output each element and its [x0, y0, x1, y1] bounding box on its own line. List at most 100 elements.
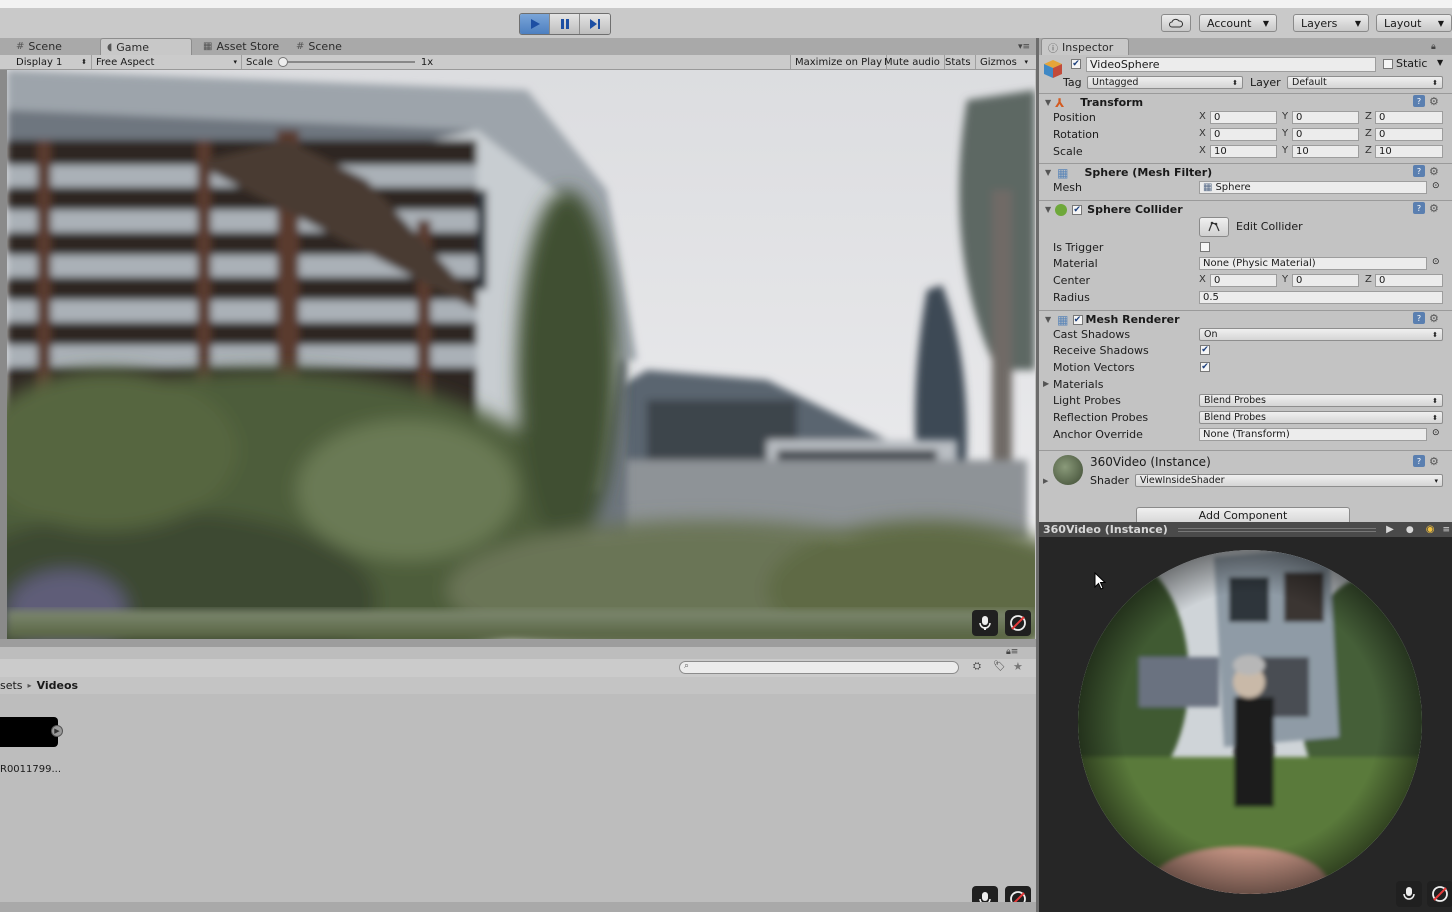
- materials-row[interactable]: Materials: [1053, 376, 1103, 392]
- cast-shadows-dropdown[interactable]: On ⬍: [1199, 328, 1443, 341]
- filter-label-icon[interactable]: 🏷︎: [993, 661, 1006, 672]
- tab-game[interactable]: ◖ Game: [100, 38, 192, 55]
- breadcrumb-current[interactable]: Videos: [37, 679, 79, 692]
- position-y-field[interactable]: 0: [1292, 111, 1359, 124]
- add-component-button[interactable]: Add Component: [1136, 507, 1350, 522]
- center-y-field[interactable]: 0: [1292, 274, 1359, 287]
- object-picker-icon[interactable]: ⊙: [1432, 181, 1440, 191]
- search-input[interactable]: ⌕: [679, 661, 959, 674]
- breadcrumb-root[interactable]: sets: [0, 679, 23, 692]
- help-icon[interactable]: ?: [1413, 165, 1425, 177]
- maximize-on-play-toggle[interactable]: Maximize on Play: [790, 55, 888, 69]
- help-icon[interactable]: ?: [1413, 95, 1425, 107]
- video-asset-thumbnail[interactable]: [0, 717, 58, 747]
- physic-material-field[interactable]: None (Physic Material): [1199, 257, 1427, 270]
- scale-slider-thumb[interactable]: [277, 57, 288, 67]
- position-z-field[interactable]: 0: [1375, 111, 1443, 124]
- shader-dropdown[interactable]: ViewInsideShader ▾: [1135, 474, 1443, 487]
- expand-asset-icon[interactable]: ▶: [51, 725, 63, 737]
- material-fold-icon[interactable]: ▶: [1043, 477, 1048, 485]
- position-x-field[interactable]: 0: [1210, 111, 1277, 124]
- panel-menu-icon[interactable]: ▾≡: [1018, 42, 1030, 52]
- gear-icon[interactable]: ⚙: [1429, 312, 1439, 325]
- rotation-z-field[interactable]: 0: [1375, 128, 1443, 141]
- receive-shadows-checkbox[interactable]: ✔: [1200, 345, 1210, 355]
- tab-asset-store[interactable]: ▦ Asset Store: [197, 38, 285, 55]
- mic-button[interactable]: [972, 610, 998, 636]
- layout-dropdown[interactable]: Layout ▼: [1376, 14, 1452, 32]
- rotation-y-field[interactable]: 0: [1292, 128, 1359, 141]
- fold-arrow-icon[interactable]: ▼: [1045, 315, 1051, 324]
- layer-dropdown[interactable]: Default ⬍: [1287, 76, 1443, 89]
- static-checkbox[interactable]: [1383, 59, 1393, 69]
- gizmos-dropdown[interactable]: Gizmos ▾: [976, 55, 1032, 69]
- fold-arrow-icon[interactable]: ▼: [1045, 98, 1051, 107]
- radius-field[interactable]: 0.5: [1199, 291, 1443, 304]
- recenter-button-preview[interactable]: [1427, 881, 1452, 907]
- preview-light-icon[interactable]: ◉: [1426, 524, 1435, 535]
- static-dropdown-icon[interactable]: ▼: [1437, 58, 1443, 67]
- gear-icon[interactable]: ⚙: [1429, 202, 1439, 215]
- sphere-collider-header[interactable]: ▼ ✔ Sphere Collider: [1039, 200, 1452, 218]
- edit-collider-button[interactable]: [1199, 217, 1229, 237]
- object-picker-icon[interactable]: ⊙: [1432, 257, 1440, 267]
- material-preview-icon: [1053, 455, 1083, 485]
- layers-dropdown[interactable]: Layers ▼: [1293, 14, 1369, 32]
- is-trigger-checkbox[interactable]: [1200, 242, 1210, 252]
- renderer-enabled-checkbox[interactable]: ✔: [1072, 314, 1083, 325]
- scale-slider[interactable]: [277, 57, 415, 67]
- tab-scene-2[interactable]: # Scene: [290, 38, 348, 55]
- light-probes-dropdown[interactable]: Blend Probes ⬍: [1199, 394, 1443, 407]
- transform-header[interactable]: ▼ ⅄ Transform: [1039, 93, 1452, 111]
- center-x-field[interactable]: 0: [1210, 274, 1277, 287]
- mesh-filter-header[interactable]: ▼ ▦ Sphere (Mesh Filter): [1039, 163, 1452, 181]
- preview-drag-handle[interactable]: [1177, 527, 1377, 532]
- pause-button[interactable]: [550, 14, 580, 34]
- center-z-field[interactable]: 0: [1375, 274, 1443, 287]
- help-icon[interactable]: ?: [1413, 202, 1425, 214]
- step-button[interactable]: [580, 14, 610, 34]
- active-checkbox[interactable]: ✔: [1071, 59, 1081, 69]
- help-icon[interactable]: ?: [1413, 312, 1425, 324]
- object-name-field[interactable]: VideoSphere: [1086, 57, 1376, 72]
- component-title: Transform: [1080, 96, 1144, 109]
- preview-play-icon[interactable]: ▶: [1386, 524, 1394, 535]
- tag-dropdown[interactable]: Untagged ⬍: [1087, 76, 1243, 89]
- help-icon[interactable]: ?: [1413, 455, 1425, 467]
- panel-splitter[interactable]: [0, 639, 1036, 647]
- scale-z-field[interactable]: 10: [1375, 145, 1443, 158]
- mic-button-preview[interactable]: [1396, 881, 1422, 907]
- fold-arrow-icon[interactable]: ▼: [1045, 168, 1051, 177]
- gear-icon[interactable]: ⚙: [1429, 455, 1439, 468]
- scale-y-field[interactable]: 10: [1292, 145, 1359, 158]
- motion-vectors-checkbox[interactable]: ✔: [1200, 362, 1210, 372]
- stats-toggle[interactable]: Stats: [941, 55, 976, 69]
- collab-button[interactable]: [1161, 14, 1191, 32]
- video-asset-label[interactable]: R0011799...: [0, 764, 61, 775]
- tab-scene[interactable]: # Scene: [10, 38, 68, 55]
- lock-icon[interactable]: 🔒︎: [1431, 42, 1436, 52]
- materials-fold-icon[interactable]: ▶: [1043, 379, 1049, 388]
- gear-icon[interactable]: ⚙: [1429, 165, 1439, 178]
- preview-menu-icon[interactable]: ≡: [1442, 525, 1450, 535]
- display-dropdown[interactable]: Display 1 ⬍: [12, 55, 92, 69]
- rotation-x-field[interactable]: 0: [1210, 128, 1277, 141]
- scale-x-field[interactable]: 10: [1210, 145, 1277, 158]
- mesh-field[interactable]: ▦ Sphere: [1199, 181, 1427, 194]
- tab-inspector[interactable]: ⓘ Inspector: [1041, 38, 1129, 55]
- filter-type-icon[interactable]: ⛭: [973, 661, 981, 672]
- gear-icon[interactable]: ⚙: [1429, 95, 1439, 108]
- preview-sphere-icon[interactable]: ●: [1406, 525, 1414, 535]
- favorite-star-icon[interactable]: ★: [1013, 660, 1023, 673]
- fold-arrow-icon[interactable]: ▼: [1045, 205, 1051, 214]
- play-button[interactable]: [520, 14, 550, 34]
- object-picker-icon[interactable]: ⊙: [1432, 428, 1440, 438]
- anchor-override-field[interactable]: None (Transform): [1199, 428, 1427, 441]
- reflection-probes-dropdown[interactable]: Blend Probes ⬍: [1199, 411, 1443, 424]
- lock-icon[interactable]: 🔒︎≡: [1006, 647, 1018, 657]
- account-dropdown[interactable]: Account ▼: [1199, 14, 1277, 32]
- recenter-button[interactable]: [1005, 610, 1031, 636]
- mute-audio-toggle[interactable]: Mute audio: [880, 55, 945, 69]
- aspect-dropdown[interactable]: Free Aspect ▾: [92, 55, 242, 69]
- collider-enabled-checkbox[interactable]: ✔: [1072, 204, 1083, 215]
